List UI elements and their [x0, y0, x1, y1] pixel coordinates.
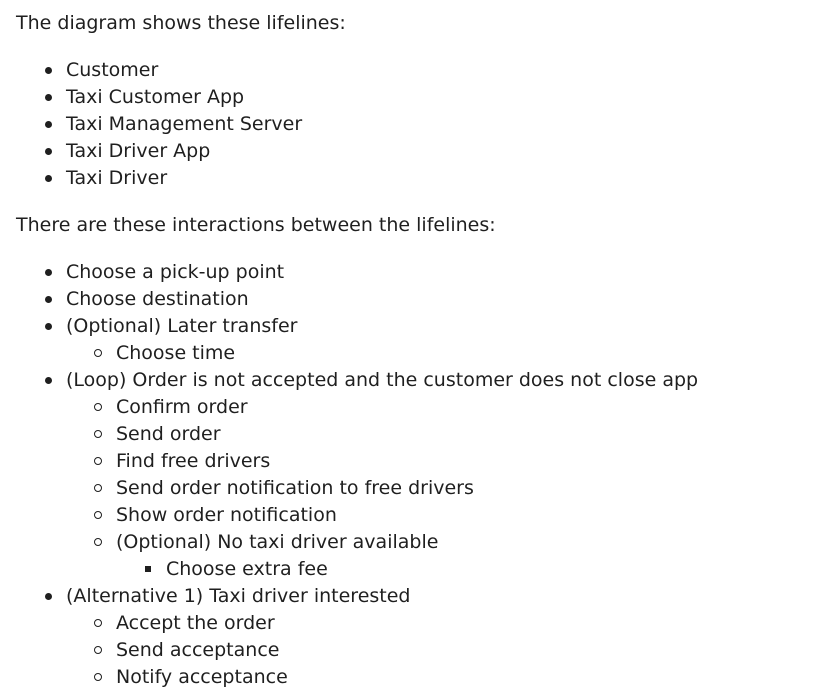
list-item: Choose extra fee	[0, 556, 698, 583]
list-item-label: (Loop) Order is not accepted and the cus…	[66, 369, 699, 391]
nested-list-wrapper: Accept the order Send acceptance Notify …	[0, 610, 698, 691]
list-item-label: Choose time	[116, 342, 236, 364]
list-item-label: (Optional) Later transfer	[66, 315, 298, 337]
list-item-label: Customer	[66, 59, 159, 81]
list-item: Send acceptance	[0, 637, 698, 664]
list-item-label: Taxi Management Server	[66, 113, 303, 135]
list-item-label: Send acceptance	[116, 639, 280, 661]
list-item-label: Confirm order	[116, 396, 248, 418]
bullet-disc-icon	[45, 323, 52, 330]
list-item-label: Send order	[116, 423, 221, 445]
list-item-label: Choose a pick-up point	[66, 261, 285, 283]
list-item: (Optional) No taxi driver available	[0, 529, 698, 556]
interactions-intro: There are these interactions between the…	[16, 214, 496, 236]
list-item: (Alternative 1) Taxi driver interested	[0, 583, 698, 610]
nested-list: Choose time	[0, 340, 698, 367]
bullet-circle-icon	[94, 403, 102, 411]
nested-list-wrapper: Choose extra fee	[0, 556, 698, 583]
nested-list-wrapper: Confirm order Send order Find free drive…	[0, 394, 698, 583]
list-item: Confirm order	[0, 394, 698, 421]
bullet-circle-icon	[94, 646, 102, 654]
bullet-circle-icon	[94, 619, 102, 627]
list-item-label: Notify acceptance	[116, 666, 288, 688]
nested-list-wrapper: Choose time	[0, 340, 698, 367]
list-item-label: Accept the order	[116, 612, 275, 634]
list-item: Customer	[0, 57, 302, 84]
lifelines-intro: The diagram shows these lifelines:	[16, 12, 346, 34]
bullet-disc-icon	[45, 94, 52, 101]
list-item: Notify acceptance	[0, 664, 698, 691]
nested-list: Choose extra fee	[0, 556, 698, 583]
bullet-disc-icon	[45, 67, 52, 74]
bullet-circle-icon	[94, 349, 102, 357]
nested-list: Accept the order Send acceptance Notify …	[0, 610, 698, 691]
bullet-disc-icon	[45, 121, 52, 128]
list-item: Taxi Management Server	[0, 111, 302, 138]
nested-list: Confirm order Send order Find free drive…	[0, 394, 698, 583]
list-item-label: Taxi Driver App	[66, 140, 211, 162]
list-item-label: (Alternative 1) Taxi driver interested	[66, 585, 411, 607]
list-item-label: Taxi Customer App	[66, 86, 245, 108]
list-item: Taxi Driver	[0, 165, 302, 192]
bullet-disc-icon	[45, 377, 52, 384]
list-item-label: Find free drivers	[116, 450, 271, 472]
list-item: Taxi Driver App	[0, 138, 302, 165]
list-item: Find free drivers	[0, 448, 698, 475]
bullet-circle-icon	[94, 484, 102, 492]
list-item: Show order notification	[0, 502, 698, 529]
list-item: Choose destination	[0, 286, 698, 313]
bullet-disc-icon	[45, 175, 52, 182]
list-item-label: Send order notification to free drivers	[116, 477, 474, 499]
list-item: (Loop) Order is not accepted and the cus…	[0, 367, 698, 394]
list-item: Taxi Customer App	[0, 84, 302, 111]
list-item-label: (Optional) No taxi driver available	[116, 531, 439, 553]
bullet-circle-icon	[94, 511, 102, 519]
document-page: The diagram shows these lifelines: Custo…	[0, 0, 822, 694]
bullet-disc-icon	[45, 593, 52, 600]
list-item-label: Show order notification	[116, 504, 337, 526]
bullet-circle-icon	[94, 538, 102, 546]
list-item-label: Choose destination	[66, 288, 249, 310]
list-item-label: Taxi Driver	[66, 167, 168, 189]
bullet-disc-icon	[45, 296, 52, 303]
list-item: Accept the order	[0, 610, 698, 637]
bullet-square-icon	[145, 566, 151, 572]
list-item: Send order notification to free drivers	[0, 475, 698, 502]
bullet-disc-icon	[45, 148, 52, 155]
lifelines-list: Customer Taxi Customer App Taxi Manageme…	[0, 57, 302, 192]
list-item: Send order	[0, 421, 698, 448]
bullet-disc-icon	[45, 269, 52, 276]
interactions-list: Choose a pick-up point Choose destinatio…	[0, 259, 698, 691]
bullet-circle-icon	[94, 673, 102, 681]
list-item-label: Choose extra fee	[166, 558, 328, 580]
bullet-circle-icon	[94, 430, 102, 438]
list-item: (Optional) Later transfer	[0, 313, 698, 340]
list-item: Choose a pick-up point	[0, 259, 698, 286]
bullet-circle-icon	[94, 457, 102, 465]
list-item: Choose time	[0, 340, 698, 367]
